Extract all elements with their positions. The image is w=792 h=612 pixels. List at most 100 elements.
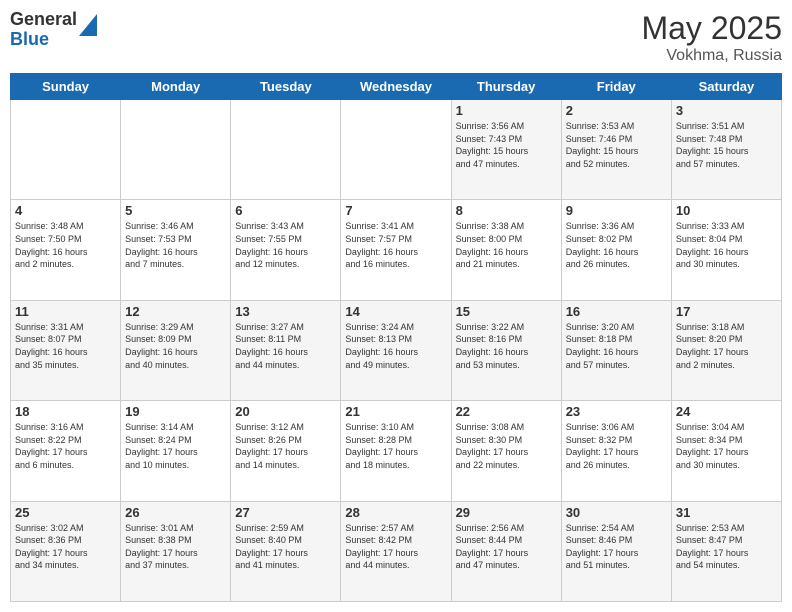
calendar-cell: 1 Sunrise: 3:56 AM Sunset: 7:43 PM Daylig…	[451, 100, 561, 200]
day-number: 19	[125, 404, 226, 419]
calendar-cell: 27Sunrise: 2:59 AM Sunset: 8:40 PM Dayli…	[231, 501, 341, 601]
calendar-cell: 2 Sunrise: 3:53 AM Sunset: 7:46 PM Daylig…	[561, 100, 671, 200]
day-number: 15	[456, 304, 557, 319]
day-info: Sunrise: 3:01 AM Sunset: 8:38 PM Dayligh…	[125, 522, 226, 572]
col-sunday: Sunday	[11, 74, 121, 100]
day-number: 12	[125, 304, 226, 319]
calendar-week-2: 11Sunrise: 3:31 AM Sunset: 8:07 PM Dayli…	[11, 300, 782, 400]
day-info: Sunrise: 3:36 AM Sunset: 8:02 PM Dayligh…	[566, 220, 667, 270]
day-number: 22	[456, 404, 557, 419]
day-info: Sunrise: 3:24 AM Sunset: 8:13 PM Dayligh…	[345, 321, 446, 371]
day-number: 1	[456, 103, 557, 118]
calendar-cell: 25 Sunrise: 3:02 AM Sunset: 8:36 PM Dayli…	[11, 501, 121, 601]
title-block: May 2025 Vokhma, Russia	[641, 10, 782, 65]
day-info: Sunrise: 3:22 AM Sunset: 8:16 PM Dayligh…	[456, 321, 557, 371]
calendar-cell: 7 Sunrise: 3:41 AM Sunset: 7:57 PM Daylig…	[341, 200, 451, 300]
day-number: 7	[345, 203, 446, 218]
day-number: 3	[676, 103, 777, 118]
day-info: Sunrise: 3:29 AM Sunset: 8:09 PM Dayligh…	[125, 321, 226, 371]
day-info: Sunrise: 3:38 AM Sunset: 8:00 PM Dayligh…	[456, 220, 557, 270]
day-number: 4	[15, 203, 116, 218]
day-info: Sunrise: 3:02 AM Sunset: 8:36 PM Dayligh…	[15, 522, 116, 572]
day-number: 31	[676, 505, 777, 520]
day-info: Sunrise: 3:20 AM Sunset: 8:18 PM Dayligh…	[566, 321, 667, 371]
calendar-cell: 8Sunrise: 3:38 AM Sunset: 8:00 PM Daylig…	[451, 200, 561, 300]
col-friday: Friday	[561, 74, 671, 100]
logo-blue: Blue	[10, 30, 77, 50]
day-info: Sunrise: 2:54 AM Sunset: 8:46 PM Dayligh…	[566, 522, 667, 572]
day-number: 9	[566, 203, 667, 218]
day-number: 5	[125, 203, 226, 218]
calendar-cell	[341, 100, 451, 200]
day-info: Sunrise: 3:16 AM Sunset: 8:22 PM Dayligh…	[15, 421, 116, 471]
calendar-cell: 29Sunrise: 2:56 AM Sunset: 8:44 PM Dayli…	[451, 501, 561, 601]
day-info: Sunrise: 2:57 AM Sunset: 8:42 PM Dayligh…	[345, 522, 446, 572]
col-saturday: Saturday	[671, 74, 781, 100]
calendar-week-1: 4 Sunrise: 3:48 AM Sunset: 7:50 PM Daylig…	[11, 200, 782, 300]
day-number: 13	[235, 304, 336, 319]
calendar-cell: 6Sunrise: 3:43 AM Sunset: 7:55 PM Daylig…	[231, 200, 341, 300]
calendar-cell: 4 Sunrise: 3:48 AM Sunset: 7:50 PM Daylig…	[11, 200, 121, 300]
day-number: 26	[125, 505, 226, 520]
day-info: Sunrise: 3:12 AM Sunset: 8:26 PM Dayligh…	[235, 421, 336, 471]
day-info: Sunrise: 3:33 AM Sunset: 8:04 PM Dayligh…	[676, 220, 777, 270]
day-info: Sunrise: 3:43 AM Sunset: 7:55 PM Dayligh…	[235, 220, 336, 270]
day-info: Sunrise: 3:08 AM Sunset: 8:30 PM Dayligh…	[456, 421, 557, 471]
calendar-cell: 12 Sunrise: 3:29 AM Sunset: 8:09 PM Dayli…	[121, 300, 231, 400]
calendar-cell: 11Sunrise: 3:31 AM Sunset: 8:07 PM Dayli…	[11, 300, 121, 400]
calendar-week-4: 25 Sunrise: 3:02 AM Sunset: 8:36 PM Dayli…	[11, 501, 782, 601]
calendar-cell: 3Sunrise: 3:51 AM Sunset: 7:48 PM Daylig…	[671, 100, 781, 200]
calendar-cell: 18 Sunrise: 3:16 AM Sunset: 8:22 PM Dayli…	[11, 401, 121, 501]
day-number: 14	[345, 304, 446, 319]
day-info: Sunrise: 3:46 AM Sunset: 7:53 PM Dayligh…	[125, 220, 226, 270]
day-info: Sunrise: 3:14 AM Sunset: 8:24 PM Dayligh…	[125, 421, 226, 471]
day-number: 18	[15, 404, 116, 419]
calendar-cell: 19 Sunrise: 3:14 AM Sunset: 8:24 PM Dayli…	[121, 401, 231, 501]
day-number: 24	[676, 404, 777, 419]
calendar-cell: 16 Sunrise: 3:20 AM Sunset: 8:18 PM Dayli…	[561, 300, 671, 400]
logo-text: General Blue	[10, 10, 77, 50]
day-number: 2	[566, 103, 667, 118]
calendar-cell: 24Sunrise: 3:04 AM Sunset: 8:34 PM Dayli…	[671, 401, 781, 501]
calendar-cell: 15 Sunrise: 3:22 AM Sunset: 8:16 PM Dayli…	[451, 300, 561, 400]
day-number: 11	[15, 304, 116, 319]
col-tuesday: Tuesday	[231, 74, 341, 100]
logo: General Blue	[10, 10, 97, 50]
col-thursday: Thursday	[451, 74, 561, 100]
day-number: 20	[235, 404, 336, 419]
col-monday: Monday	[121, 74, 231, 100]
calendar-cell	[231, 100, 341, 200]
header: General Blue May 2025 Vokhma, Russia	[10, 10, 782, 65]
calendar-week-3: 18 Sunrise: 3:16 AM Sunset: 8:22 PM Dayli…	[11, 401, 782, 501]
day-number: 16	[566, 304, 667, 319]
calendar-cell: 21 Sunrise: 3:10 AM Sunset: 8:28 PM Dayli…	[341, 401, 451, 501]
day-info: Sunrise: 3:41 AM Sunset: 7:57 PM Dayligh…	[345, 220, 446, 270]
month-title: May 2025	[641, 10, 782, 47]
calendar-cell: 20 Sunrise: 3:12 AM Sunset: 8:26 PM Dayli…	[231, 401, 341, 501]
day-info: Sunrise: 3:10 AM Sunset: 8:28 PM Dayligh…	[345, 421, 446, 471]
page: General Blue May 2025 Vokhma, Russia Sun…	[0, 0, 792, 612]
day-number: 17	[676, 304, 777, 319]
calendar-cell: 28 Sunrise: 2:57 AM Sunset: 8:42 PM Dayli…	[341, 501, 451, 601]
calendar-week-0: 1 Sunrise: 3:56 AM Sunset: 7:43 PM Daylig…	[11, 100, 782, 200]
day-number: 28	[345, 505, 446, 520]
day-info: Sunrise: 3:27 AM Sunset: 8:11 PM Dayligh…	[235, 321, 336, 371]
calendar-cell: 31Sunrise: 2:53 AM Sunset: 8:47 PM Dayli…	[671, 501, 781, 601]
calendar-cell: 13 Sunrise: 3:27 AM Sunset: 8:11 PM Dayli…	[231, 300, 341, 400]
day-number: 30	[566, 505, 667, 520]
day-info: Sunrise: 3:48 AM Sunset: 7:50 PM Dayligh…	[15, 220, 116, 270]
logo-general: General	[10, 10, 77, 30]
calendar-cell: 30 Sunrise: 2:54 AM Sunset: 8:46 PM Dayli…	[561, 501, 671, 601]
calendar-cell: 23Sunrise: 3:06 AM Sunset: 8:32 PM Dayli…	[561, 401, 671, 501]
day-number: 21	[345, 404, 446, 419]
day-info: Sunrise: 3:56 AM Sunset: 7:43 PM Dayligh…	[456, 120, 557, 170]
calendar-cell: 14 Sunrise: 3:24 AM Sunset: 8:13 PM Dayli…	[341, 300, 451, 400]
day-number: 23	[566, 404, 667, 419]
calendar-cell: 17 Sunrise: 3:18 AM Sunset: 8:20 PM Dayli…	[671, 300, 781, 400]
day-info: Sunrise: 3:18 AM Sunset: 8:20 PM Dayligh…	[676, 321, 777, 371]
day-number: 25	[15, 505, 116, 520]
col-wednesday: Wednesday	[341, 74, 451, 100]
day-info: Sunrise: 3:53 AM Sunset: 7:46 PM Dayligh…	[566, 120, 667, 170]
day-number: 27	[235, 505, 336, 520]
day-number: 29	[456, 505, 557, 520]
